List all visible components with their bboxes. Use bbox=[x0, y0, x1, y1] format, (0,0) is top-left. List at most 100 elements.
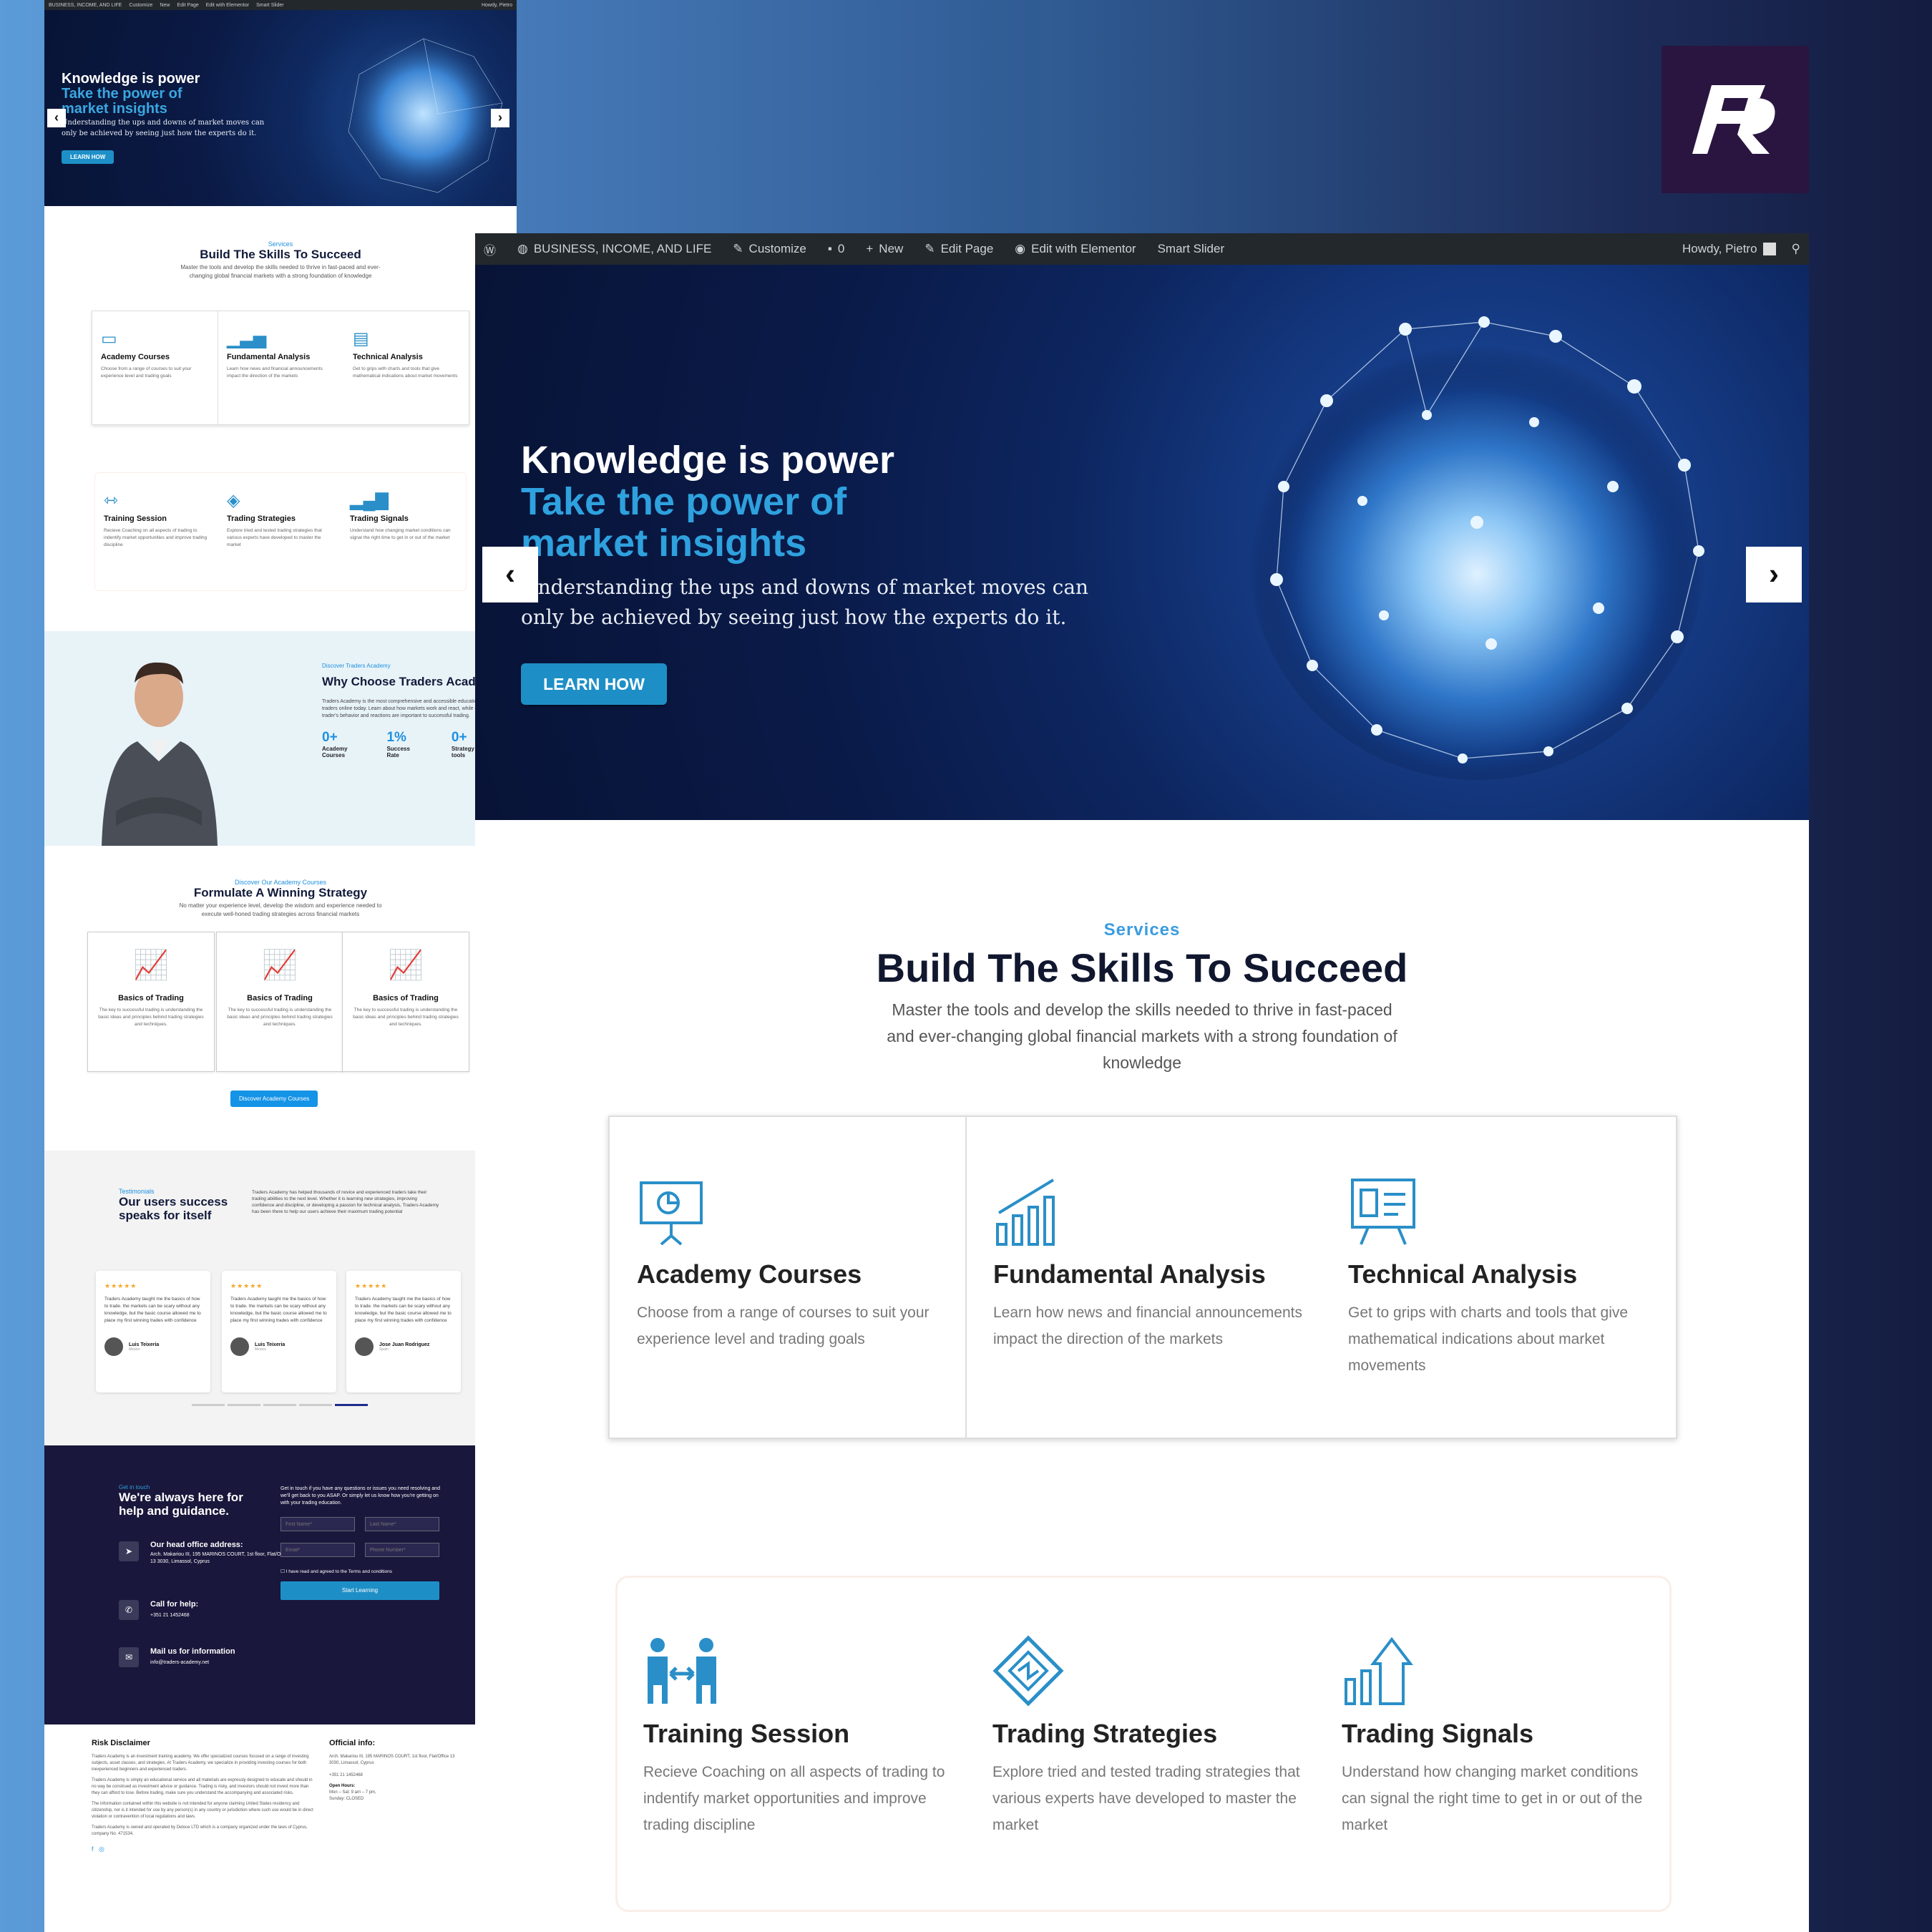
terms-checkbox[interactable]: ☐ I have read and agreed to the Terms an… bbox=[280, 1568, 392, 1574]
first-name-field[interactable] bbox=[280, 1517, 355, 1531]
mini-stat-success: 1% Success Rate bbox=[386, 730, 410, 758]
rising-bars-icon bbox=[1345, 1636, 1414, 1705]
mini-courses-header: Discover Our Academy Courses Formulate A… bbox=[44, 879, 517, 919]
mini-testimonials-section: Testimonials Our users success speaks fo… bbox=[44, 1151, 517, 1445]
phone-icon: ✆ bbox=[119, 1600, 139, 1620]
learn-how-button[interactable]: LEARN HOW bbox=[521, 663, 667, 705]
mini-service-signals: ▂▄▇ Trading Signals Understand how changin… bbox=[341, 473, 464, 590]
star-rating-icon: ★★★★★ bbox=[230, 1282, 263, 1289]
search-icon[interactable]: ⚲ bbox=[1792, 242, 1800, 256]
mini-services-title: Build The Skills To Succeed bbox=[200, 248, 361, 261]
edit-elementor-link[interactable]: ◉ Edit with Elementor bbox=[1015, 242, 1136, 256]
howdy-user-menu[interactable]: Howdy, Pietro bbox=[1682, 242, 1776, 256]
mini-site-link[interactable]: BUSINESS, INCOME, AND LIFE bbox=[49, 3, 122, 8]
hero-heading-line3: market insights bbox=[521, 522, 807, 565]
people-exchange-icon bbox=[648, 1638, 716, 1704]
chart-board-icon bbox=[1351, 1179, 1415, 1245]
mini-slider-prev-arrow[interactable]: ‹ bbox=[47, 109, 66, 127]
trader-portrait-image bbox=[102, 662, 218, 846]
people-exchange-icon: ⇿ bbox=[104, 491, 119, 510]
mini-testimonials-intro: Traders Academy has helped thousands of … bbox=[252, 1190, 439, 1214]
mini-edit-page-link[interactable]: Edit Page bbox=[177, 3, 198, 8]
instagram-icon[interactable]: ◎ bbox=[99, 1845, 104, 1853]
pagination-dot[interactable] bbox=[192, 1404, 225, 1406]
mini-services-subtitle: Master the tools and develop the skills … bbox=[180, 264, 381, 279]
elementor-icon: ◉ bbox=[1015, 242, 1026, 255]
trading-growth-icon: 📈 bbox=[262, 950, 298, 981]
brush-icon: ✎ bbox=[733, 242, 743, 255]
strategy-diamond-icon bbox=[992, 1635, 1064, 1707]
start-learning-button[interactable]: Start Learning bbox=[280, 1581, 439, 1600]
service-trading-strategies: Trading Strategies Explore tried and tes… bbox=[992, 1635, 1307, 1838]
mini-course-card-1[interactable]: 📈 Basics of Trading The key to successful … bbox=[87, 932, 215, 1072]
presentation-icon: ▭ bbox=[101, 329, 117, 348]
mini-service-fundamental: ▁▃▅ Fundamental Analysis Learn how news an… bbox=[218, 311, 344, 424]
trading-growth-icon: 📈 bbox=[388, 950, 424, 981]
full-page-preview: BUSINESS, INCOME, AND LIFE Customize New… bbox=[44, 0, 517, 1932]
mini-course-card-3[interactable]: 📈 Basics of Trading The key to successful … bbox=[342, 932, 469, 1072]
email-field[interactable] bbox=[280, 1543, 355, 1557]
site-name-link[interactable]: ◍ BUSINESS, INCOME, AND LIFE bbox=[517, 242, 711, 256]
mini-customize-link[interactable]: Customize bbox=[129, 3, 152, 8]
slider-prev-arrow-icon[interactable]: ‹ bbox=[482, 547, 538, 602]
column-divider bbox=[965, 1117, 967, 1438]
user-avatar bbox=[1762, 243, 1776, 255]
mini-discover-courses-button[interactable]: Discover Academy Courses bbox=[230, 1091, 318, 1107]
phone-field[interactable] bbox=[365, 1543, 439, 1557]
services-header: Services Build The Skills To Succeed Mas… bbox=[475, 920, 1809, 1076]
wordpress-logo-icon[interactable]: Ⓦ bbox=[484, 240, 496, 258]
mini-new-link[interactable]: New bbox=[160, 3, 170, 8]
hero-slider: Knowledge is power Take the power of mar… bbox=[475, 265, 1809, 820]
paper-plane-icon: ➤ bbox=[119, 1541, 139, 1561]
mini-edit-elementor-link[interactable]: Edit with Elementor bbox=[206, 3, 249, 8]
mini-testimonial-card-1: ★★★★★ Traders Academy taught me the basic… bbox=[96, 1271, 210, 1392]
fr-logo-icon bbox=[1692, 85, 1775, 154]
mini-footer: Risk Disclaimer Traders Academy is an in… bbox=[44, 1724, 517, 1932]
service-training-session: Training Session Recieve Coaching on all… bbox=[643, 1635, 958, 1838]
hero-heading-line2: Take the power of bbox=[521, 480, 847, 523]
mail-icon: ✉ bbox=[119, 1647, 139, 1667]
star-rating-icon: ★★★★★ bbox=[104, 1282, 137, 1289]
mini-hero-description: Understanding the ups and downs of marke… bbox=[62, 119, 265, 137]
mini-howdy-user[interactable]: Howdy, Pietro bbox=[482, 3, 512, 8]
customize-link[interactable]: ✎ Customize bbox=[733, 242, 806, 256]
mini-smart-slider-link[interactable]: Smart Slider bbox=[256, 3, 284, 8]
smart-slider-link[interactable]: Smart Slider bbox=[1158, 242, 1225, 256]
pagination-dot[interactable] bbox=[299, 1404, 332, 1406]
risk-disclaimer: Risk Disclaimer Traders Academy is an in… bbox=[92, 1739, 313, 1853]
mini-slider-next-arrow[interactable]: › bbox=[491, 109, 509, 127]
mini-course-card-2[interactable]: 📈 Basics of Trading The key to successful … bbox=[216, 932, 343, 1072]
facebook-icon[interactable]: f bbox=[92, 1845, 94, 1853]
mini-contact-section: Get in touch We're always here for help … bbox=[44, 1445, 517, 1724]
mini-contact-form-intro: Get in touch if you have any questions o… bbox=[280, 1486, 440, 1506]
edit-page-link[interactable]: ✎ Edit Page bbox=[924, 242, 993, 256]
mini-services-header: Services Build The Skills To Succeed Mas… bbox=[44, 240, 517, 280]
comments-link[interactable]: ▪ 0 bbox=[828, 242, 845, 256]
slider-next-arrow-icon[interactable]: › bbox=[1746, 547, 1802, 602]
dashboard-icon: ◍ bbox=[517, 242, 528, 255]
brand-logo bbox=[1662, 46, 1809, 193]
enlarged-page-view: Ⓦ ◍ BUSINESS, INCOME, AND LIFE ✎ Customize… bbox=[475, 233, 1809, 1932]
network-globe-illustration bbox=[1248, 316, 1706, 780]
avatar bbox=[104, 1337, 123, 1356]
service-fundamental-analysis: Fundamental Analysis Learn how news and … bbox=[993, 1176, 1308, 1352]
new-link[interactable]: + New bbox=[866, 242, 903, 256]
mini-contact-call: ✆ Call for help: +351 21 1452468 bbox=[119, 1600, 291, 1620]
mini-testimonial-card-2: ★★★★★ Traders Academy taught me the basic… bbox=[222, 1271, 336, 1392]
pagination-dot[interactable] bbox=[263, 1404, 296, 1406]
mini-learn-how-button[interactable]: LEARN HOW bbox=[62, 150, 114, 164]
mini-hero-slider: Knowledge is power Take the power of marke… bbox=[44, 10, 517, 206]
mini-courses-kicker: Discover Our Academy Courses bbox=[234, 879, 327, 886]
last-name-field[interactable] bbox=[365, 1517, 439, 1531]
services-title: Build The Skills To Succeed bbox=[876, 945, 1408, 990]
service-technical-analysis: Technical Analysis Get to grips with cha… bbox=[1348, 1176, 1663, 1379]
services-subtitle: Master the tools and develop the skills … bbox=[887, 1000, 1397, 1072]
hero-heading: Knowledge is power Take the power of mar… bbox=[521, 439, 894, 564]
pagination-dot-active[interactable] bbox=[335, 1404, 368, 1406]
chart-board-icon: ▤ bbox=[353, 329, 369, 348]
star-rating-icon: ★★★★★ bbox=[355, 1282, 388, 1289]
rising-bars-icon: ▂▄▇ bbox=[350, 491, 389, 510]
pagination-dot[interactable] bbox=[228, 1404, 260, 1406]
official-info: Official info: Arch. Makariou III, 195 M… bbox=[329, 1739, 455, 1802]
mini-service-academy: ▭ Academy Courses Choose from a range of c… bbox=[92, 311, 218, 424]
